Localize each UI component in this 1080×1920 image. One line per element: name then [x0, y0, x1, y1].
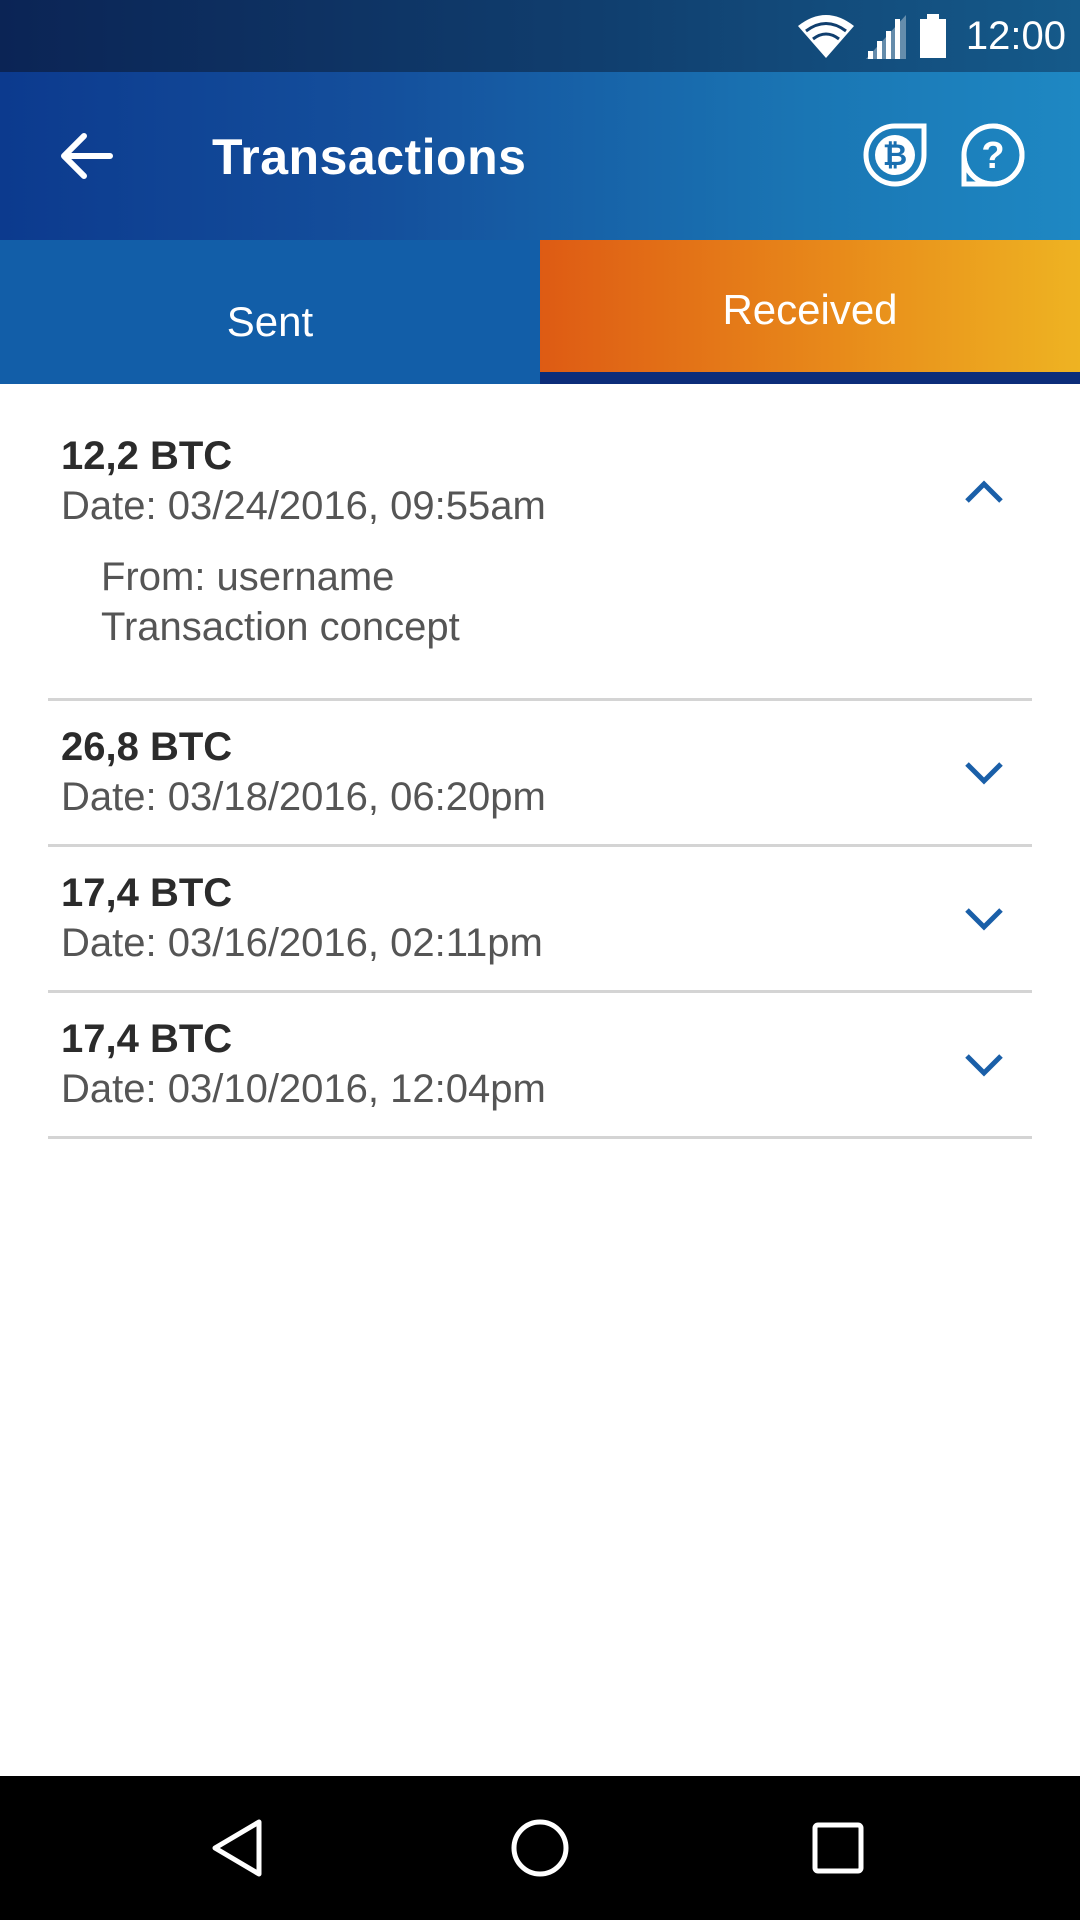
battery-icon [919, 14, 946, 58]
recents-square-icon [812, 1822, 864, 1874]
transaction-amount: 17,4 BTC [61, 871, 233, 915]
home-circle-icon [511, 1819, 569, 1877]
nav-recents-button[interactable] [788, 1798, 888, 1898]
transaction-item[interactable]: 26,8 BTC Date: 03/18/2016, 06:20pm [48, 701, 1032, 847]
transaction-details: From: username Transaction concept [101, 552, 460, 652]
status-time: 12:00 [965, 13, 1066, 58]
page-title: Transactions [212, 129, 527, 185]
status-bar: 12:00 [0, 0, 1080, 72]
transaction-amount: 26,8 BTC [61, 725, 233, 769]
transaction-list: 12,2 BTC Date: 03/24/2016, 09:55am From:… [48, 384, 1032, 1139]
transaction-from: From: username [101, 555, 395, 599]
tab-received-label: Received [722, 286, 898, 333]
svg-text:₿: ₿ [883, 139, 907, 172]
collapse-button[interactable] [936, 452, 1032, 532]
expand-button[interactable] [936, 733, 1032, 813]
transaction-amount: 12,2 BTC [61, 434, 233, 478]
transaction-amount: 17,4 BTC [61, 1017, 233, 1061]
wifi-icon [797, 15, 854, 58]
nav-home-button[interactable] [490, 1798, 590, 1898]
system-nav-bar [0, 1776, 1080, 1920]
help-icon: ? [961, 123, 1025, 187]
tab-received[interactable]: Received [540, 240, 1080, 384]
arrow-left-icon [61, 133, 113, 179]
svg-text:?: ? [981, 135, 1004, 177]
bitcoin-icon: ₿ [863, 123, 927, 187]
bitcoin-button[interactable]: ₿ [862, 122, 928, 188]
chevron-down-icon [965, 908, 1003, 931]
transaction-item[interactable]: 17,4 BTC Date: 03/10/2016, 12:04pm [48, 993, 1032, 1139]
nav-back-button[interactable] [187, 1798, 287, 1898]
tab-bar: Sent Received [0, 240, 1080, 384]
app-bar: Transactions ₿ ? [0, 72, 1080, 240]
status-icons: 12:00 [797, 10, 1066, 62]
tab-sent-label: Sent [226, 298, 314, 345]
transaction-item[interactable]: 17,4 BTC Date: 03/16/2016, 02:11pm [48, 847, 1032, 993]
transaction-date: Date: 03/10/2016, 12:04pm [61, 1067, 546, 1111]
back-button[interactable] [50, 124, 122, 188]
transaction-date: Date: 03/16/2016, 02:11pm [61, 921, 543, 965]
transaction-concept: Transaction concept [101, 605, 460, 649]
tab-sent[interactable]: Sent [0, 240, 540, 384]
chevron-down-icon [965, 762, 1003, 785]
transaction-date: Date: 03/18/2016, 06:20pm [61, 775, 546, 819]
help-button[interactable]: ? [960, 122, 1026, 188]
chevron-up-icon [965, 480, 1003, 503]
chevron-down-icon [965, 1054, 1003, 1077]
back-triangle-icon [212, 1819, 262, 1877]
cellular-signal-icon [865, 15, 906, 59]
transaction-item[interactable]: 12,2 BTC Date: 03/24/2016, 09:55am From:… [48, 384, 1032, 701]
expand-button[interactable] [936, 1025, 1032, 1105]
transaction-date: Date: 03/24/2016, 09:55am [61, 484, 546, 528]
expand-button[interactable] [936, 879, 1032, 959]
